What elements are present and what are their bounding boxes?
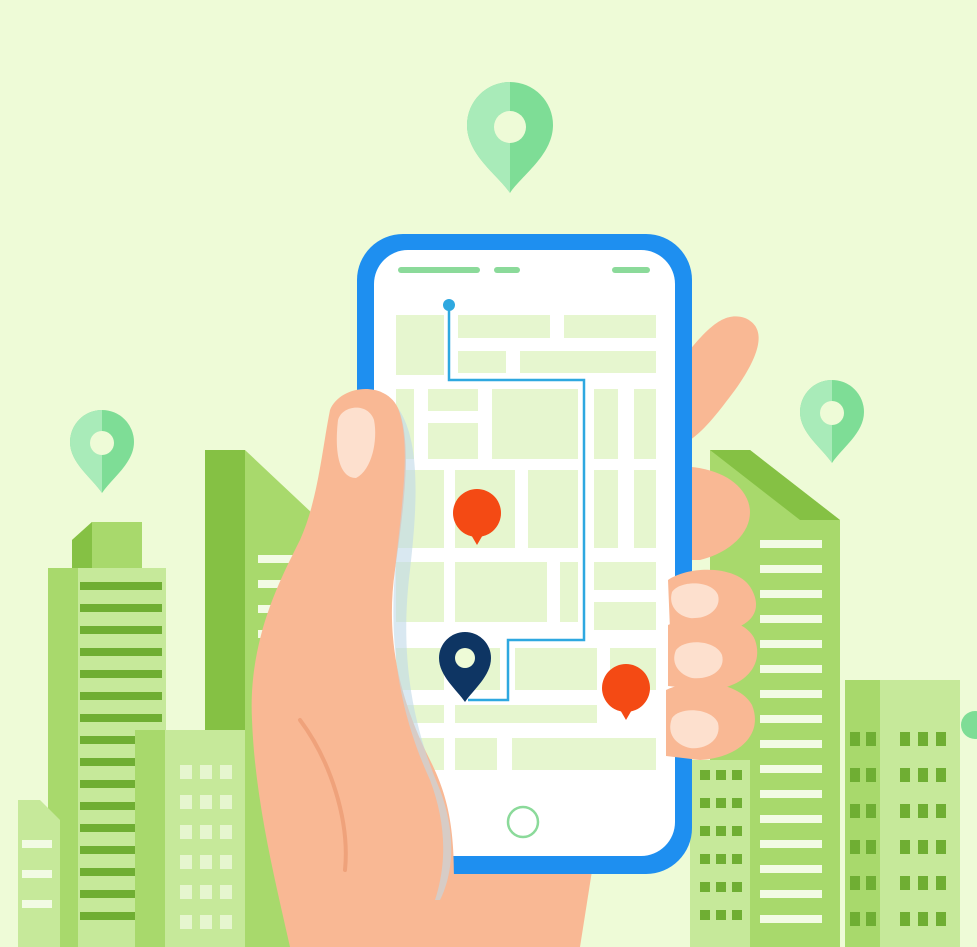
left-front-building-side: [135, 730, 165, 947]
route-start-dot: [443, 299, 455, 311]
illustration-scene: [0, 0, 977, 947]
fingers: [666, 569, 758, 760]
illustration-svg: [0, 0, 977, 947]
